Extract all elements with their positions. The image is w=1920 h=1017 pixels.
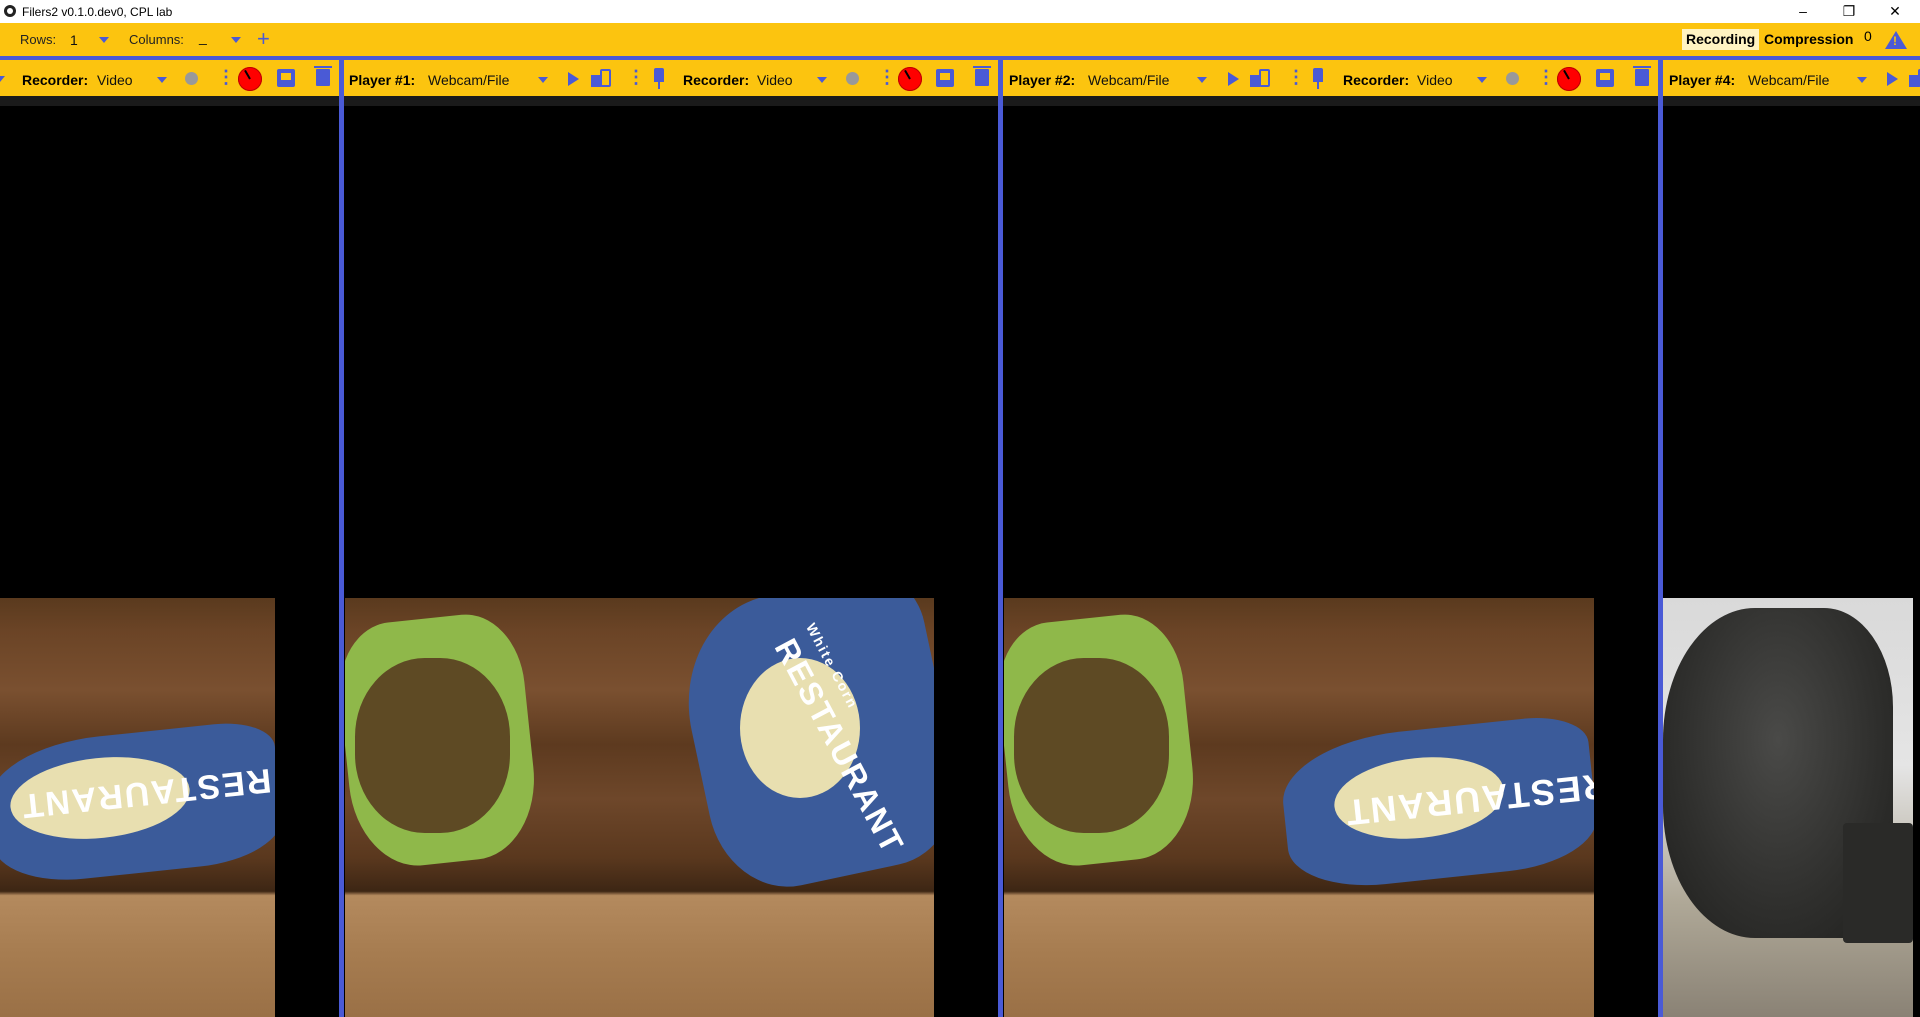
window-title: Filers2 v0.1.0.dev0, CPL lab [22,5,173,19]
recording-button[interactable]: Recording [1682,29,1760,50]
status-dot-icon [1506,72,1519,85]
warning-count: 0 [1864,28,1872,44]
columns-value[interactable]: _ [199,29,207,45]
player-source[interactable]: Webcam/File [428,72,509,88]
more-options-icon[interactable]: ⋮ [878,68,896,86]
player-label: Player #1: [349,72,416,88]
delete-icon[interactable] [1633,66,1651,86]
delete-icon[interactable] [314,66,332,86]
video-frame: RESTAURANT [1004,598,1594,1017]
record-button-icon[interactable] [898,67,922,91]
food-container [1843,823,1913,943]
video-frame: RESTAURANT White Corn [345,598,934,1017]
recorder-dropdown-icon[interactable] [157,77,167,83]
recorder-value[interactable]: Video [757,72,793,88]
pin-icon[interactable] [1313,68,1323,89]
play-icon[interactable] [1887,72,1898,86]
bowl-food [1014,658,1169,833]
recorder-label: Recorder: [1343,72,1410,88]
record-button-icon[interactable] [1557,67,1581,91]
bowl-food [355,658,510,833]
recorder-value[interactable]: Video [1417,72,1453,88]
status-dot-icon [185,72,198,85]
scroll-left-icon[interactable] [0,76,5,82]
player-source[interactable]: Webcam/File [1088,72,1169,88]
delete-icon[interactable] [973,66,991,86]
recorder-value[interactable]: Video [97,72,133,88]
player-dropdown-icon[interactable] [1197,77,1207,83]
more-options-icon[interactable]: ⋮ [627,68,645,86]
warning-icon[interactable] [1885,31,1907,49]
column-divider[interactable] [998,56,1003,1017]
add-icon[interactable]: + [257,28,270,50]
toolbar-shadow [0,96,1920,106]
rotate-icon[interactable] [1250,69,1270,87]
player-dropdown-icon[interactable] [538,77,548,83]
maximize-button[interactable]: ❐ [1826,0,1872,23]
play-icon[interactable] [1228,72,1239,86]
player-label: Player #2: [1009,72,1076,88]
save-icon[interactable] [1596,69,1614,87]
video-frame [1663,598,1913,1017]
recorder-dropdown-icon[interactable] [1477,77,1487,83]
app-icon [4,5,16,17]
video-frame: RESTAURANT [0,598,275,1017]
recorder-label: Recorder: [683,72,750,88]
minimize-button[interactable]: – [1780,0,1826,23]
widget-toolbar: Recorder: Video ⋮ Player #1: Webcam/File… [0,60,1920,96]
player-source[interactable]: Webcam/File [1748,72,1829,88]
grid-settings-bar: Rows: 1 Columns: _ + Recording Compressi… [0,23,1920,56]
columns-label: Columns: [129,32,184,47]
rotate-icon[interactable] [591,69,611,87]
more-options-icon[interactable]: ⋮ [1287,68,1305,86]
more-options-icon[interactable]: ⋮ [217,68,235,86]
save-icon[interactable] [936,69,954,87]
save-icon[interactable] [277,69,295,87]
more-options-icon[interactable]: ⋮ [1537,68,1555,86]
rows-label: Rows: [20,32,57,47]
recorder-label: Recorder: [22,72,89,88]
play-icon[interactable] [568,72,579,86]
close-button[interactable]: ✕ [1872,0,1918,23]
rows-dropdown-icon[interactable] [99,37,109,43]
player-label: Player #4: [1669,72,1736,88]
pin-icon[interactable] [654,68,664,89]
column-divider[interactable] [339,56,344,1017]
title-bar: Filers2 v0.1.0.dev0, CPL lab – ❐ ✕ [0,0,1920,23]
status-dot-icon [846,72,859,85]
columns-dropdown-icon[interactable] [231,37,241,43]
rows-value[interactable]: 1 [70,32,78,48]
recorder-dropdown-icon[interactable] [817,77,827,83]
record-button-icon[interactable] [238,67,262,91]
compression-button[interactable]: Compression [1760,29,1857,50]
rotate-icon[interactable] [1909,69,1920,87]
player-dropdown-icon[interactable] [1857,77,1867,83]
